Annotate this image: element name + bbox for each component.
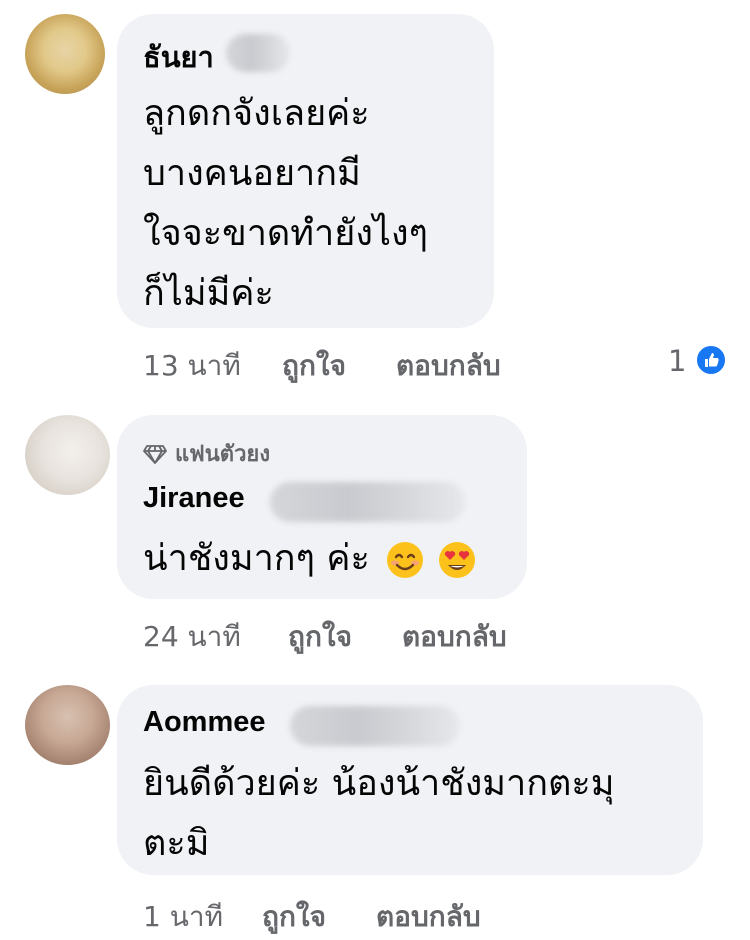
redacted-name (290, 706, 460, 746)
avatar[interactable] (25, 415, 110, 495)
smiling-face-icon (387, 542, 424, 578)
comment-text-line-2: บางคนอยากมี (143, 153, 361, 194)
comment-author[interactable]: Aommee (143, 706, 266, 739)
comment-timestamp[interactable]: 13 นาที (143, 344, 241, 388)
comment-author[interactable]: Jiranee (143, 482, 245, 515)
top-fan-badge[interactable]: แฟนตัวยง (143, 436, 270, 471)
comment-text-line-1: ลูกดกจังเลยค่ะ (143, 93, 370, 134)
like-button[interactable]: ถูกใจ (262, 895, 326, 939)
comment-text-line-3: ใจจะขาดทำยังไงๆ (143, 213, 428, 254)
reply-button[interactable]: ตอบกลับ (396, 344, 501, 388)
redacted-name (226, 34, 290, 72)
like-button[interactable]: ถูกใจ (282, 344, 346, 388)
comment-text-content: น่าชังมากๆ ค่ะ (143, 538, 370, 579)
reply-button[interactable]: ตอบกลับ (402, 615, 507, 659)
like-reaction-icon[interactable] (695, 344, 727, 376)
diamond-icon (143, 444, 167, 464)
comment-text: น่าชังมากๆ ค่ะ (143, 525, 477, 592)
badge-label: แฟนตัวยง (175, 442, 271, 467)
heart-eyes-icon (438, 542, 475, 578)
reaction-count[interactable]: 1 (668, 344, 686, 378)
comment-timestamp[interactable]: 1 นาที (143, 895, 223, 939)
comment-text-line-4: ก็ไม่มีค่ะ (143, 273, 274, 314)
comment-text-line-2: ตะมิ (143, 823, 210, 864)
avatar[interactable] (25, 685, 110, 765)
like-button[interactable]: ถูกใจ (288, 615, 352, 659)
comment-text-line-1: ยินดีด้วยค่ะ น้องน้าชังมากตะมุ (143, 763, 615, 804)
redacted-name (270, 482, 465, 522)
comment-timestamp[interactable]: 24 นาที (143, 615, 241, 659)
reply-button[interactable]: ตอบกลับ (376, 895, 481, 939)
avatar[interactable] (25, 14, 105, 94)
comment-author[interactable]: ธันยา (143, 34, 214, 80)
